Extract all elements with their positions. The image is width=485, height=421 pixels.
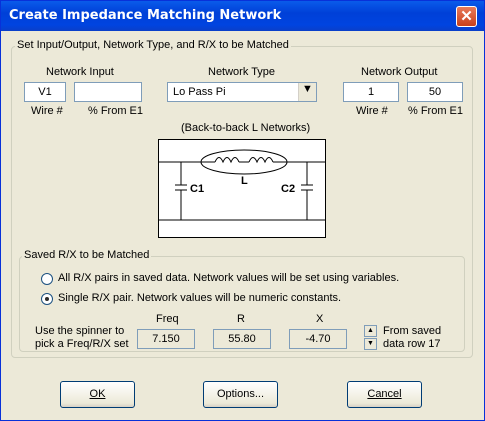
ok-button[interactable]: OK [60,381,135,408]
input-percent-field[interactable] [74,82,142,102]
all-pairs-label[interactable]: All R/X pairs in saved data. Network val… [58,272,399,284]
spin-down-button[interactable]: ▼ [364,338,377,350]
network-type-heading: Network Type [208,66,276,78]
single-pair-radio[interactable] [41,293,53,305]
output-percent-label: % From E1 [408,105,464,117]
ok-button-label: OK [89,388,106,400]
network-output-heading: Network Output [361,66,438,78]
spinner-hint-line1: Use the spinner to [35,325,125,337]
window-title: Create Impedance Matching Network [9,8,282,23]
spinner-hint-line2: pick a Freq/R/X set [35,338,129,350]
input-wire-label: Wire # [31,105,63,117]
options-button-label: Options... [216,388,265,400]
network-type-value: Lo Pass Pi [173,86,226,98]
title-bar[interactable]: Create Impedance Matching Network ✕ [1,1,484,31]
freq-value-field: 7.150 [137,329,195,349]
cancel-button[interactable]: Cancel [347,381,422,408]
settings-group-legend: Set Input/Output, Network Type, and R/X … [15,39,291,51]
output-wire-label: Wire # [356,105,388,117]
network-type-select[interactable]: Lo Pass Pi ▼ [167,82,317,102]
spin-up-button[interactable]: ▲ [364,325,377,337]
x-label: X [316,313,324,325]
freq-label: Freq [156,313,179,325]
all-pairs-radio[interactable] [41,273,53,285]
arrow-up-icon: ▲ [367,327,374,334]
dialog-window: Create Impedance Matching Network ✕ Set … [0,0,485,421]
close-button[interactable]: ✕ [456,6,477,27]
saved-row-line2: data row 17 [383,338,441,350]
diagram-caption: (Back-to-back L Networks) [181,122,311,134]
options-button[interactable]: Options... [203,381,278,408]
input-wire-field[interactable]: V1 [24,82,66,102]
capacitor-c1-label: C1 [190,183,205,195]
r-value-field: 55.80 [213,329,271,349]
output-percent-field[interactable]: 50 [407,82,463,102]
output-wire-field[interactable]: 1 [343,82,399,102]
saved-row-line1: From saved [383,325,442,337]
chevron-down-icon[interactable]: ▼ [298,83,316,101]
radio-selected-dot [45,297,49,301]
circuit-diagram: L C1 C2 [158,139,326,238]
capacitor-c2-label: C2 [281,183,296,195]
single-pair-label[interactable]: Single R/X pair. Network values will be … [58,292,341,304]
input-percent-label: % From E1 [88,105,144,117]
r-label: R [237,313,245,325]
close-icon: ✕ [460,8,473,25]
inductor-label: L [241,175,248,187]
x-value-field: -4.70 [289,329,347,349]
cancel-button-label: Cancel [367,388,402,400]
network-input-heading: Network Input [46,66,114,78]
pi-network-schematic [159,149,325,221]
saved-rx-legend: Saved R/X to be Matched [22,249,152,261]
arrow-down-icon: ▼ [367,340,374,347]
